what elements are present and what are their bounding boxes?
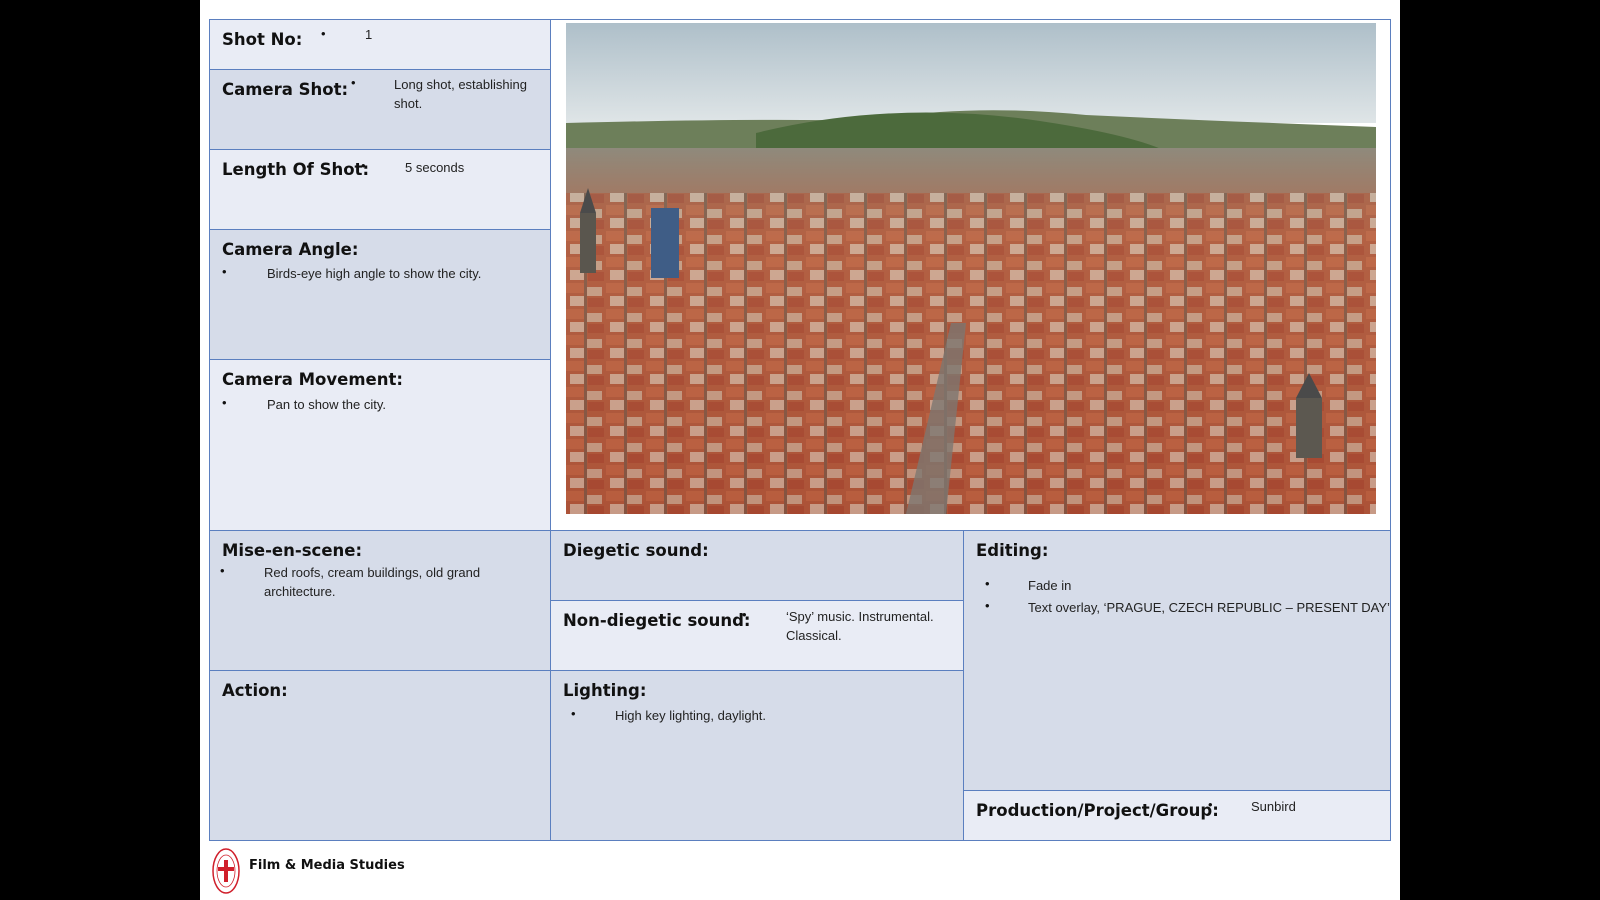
mise-en-scene-label: Mise-en-scene: [222, 541, 363, 560]
bullet: • [361, 158, 366, 173]
production-label: Production/Project/Group: [976, 801, 1219, 820]
footer-title: Film & Media Studies [249, 858, 405, 873]
camera-shot-value: Long shot, establishing shot. [394, 77, 527, 111]
diegetic-sound-label: Diegetic sound: [563, 541, 709, 560]
editing-item-1: Fade in [1028, 578, 1072, 593]
shot-no-cell: Shot No: • 1 [209, 19, 551, 70]
lighting-cell: Lighting: • High key lighting, daylight. [550, 670, 964, 841]
bullet: • [220, 563, 225, 578]
non-diegetic-sound-label: Non-diegetic sound: [563, 611, 751, 630]
camera-movement-value: Pan to show the city. [267, 397, 386, 412]
mise-en-scene-value: Red roofs, cream buildings, old grand ar… [264, 565, 481, 599]
camera-shot-label: Camera Shot: [222, 80, 349, 99]
non-diegetic-sound-value: ‘Spy’ music. Instrumental. Classical. [786, 609, 934, 643]
camera-angle-cell: Camera Angle: • Birds-eye high angle to … [209, 229, 551, 360]
non-diegetic-sound-cell: Non-diegetic sound: • ‘Spy’ music. Instr… [550, 600, 964, 671]
action-label: Action: [222, 681, 288, 700]
camera-shot-cell: Camera Shot: • Long shot, establishing s… [209, 69, 551, 150]
length-of-shot-cell: Length Of Shot: • 5 seconds [209, 149, 551, 230]
length-of-shot-value: 5 seconds [405, 160, 465, 175]
bullet: • [985, 576, 990, 591]
bullet: • [222, 395, 227, 410]
lighting-value: High key lighting, daylight. [615, 708, 767, 723]
bullet: • [742, 607, 747, 622]
camera-angle-value: Birds-eye high angle to show the city. [267, 266, 482, 281]
editing-label: Editing: [976, 541, 1049, 560]
production-cell: Production/Project/Group: • Sunbird [963, 790, 1391, 841]
camera-angle-label: Camera Angle: [222, 240, 359, 259]
bullet: • [985, 598, 990, 613]
bullet: • [571, 706, 576, 721]
production-value: Sunbird [1251, 799, 1296, 814]
editing-item-2: Text overlay, ‘PRAGUE, CZECH REPUBLIC – … [1028, 600, 1390, 615]
bullet: • [222, 264, 227, 279]
city-aerial-photo [566, 23, 1376, 514]
camera-movement-cell: Camera Movement: • Pan to show the city. [209, 359, 551, 531]
editing-cell: Editing: • Fade in • Text overlay, ‘PRAG… [963, 530, 1391, 791]
bullet: • [351, 75, 356, 90]
shot-sheet-slide: Shot No: • 1 Camera Shot: • Long shot, e… [200, 0, 1400, 900]
shot-no-label: Shot No: [222, 30, 303, 49]
mise-en-scene-cell: Mise-en-scene: • Red roofs, cream buildi… [209, 530, 551, 671]
camera-movement-label: Camera Movement: [222, 370, 403, 389]
bullet: • [321, 26, 326, 41]
shot-no-value: 1 [365, 27, 373, 42]
lighting-label: Lighting: [563, 681, 647, 700]
bullet: • [1208, 797, 1213, 812]
length-of-shot-label: Length Of Shot: [222, 160, 370, 179]
school-crest-logo [212, 848, 240, 894]
diegetic-sound-cell: Diegetic sound: [550, 530, 964, 601]
photo-cell [550, 19, 1391, 531]
action-cell: Action: [209, 670, 551, 841]
